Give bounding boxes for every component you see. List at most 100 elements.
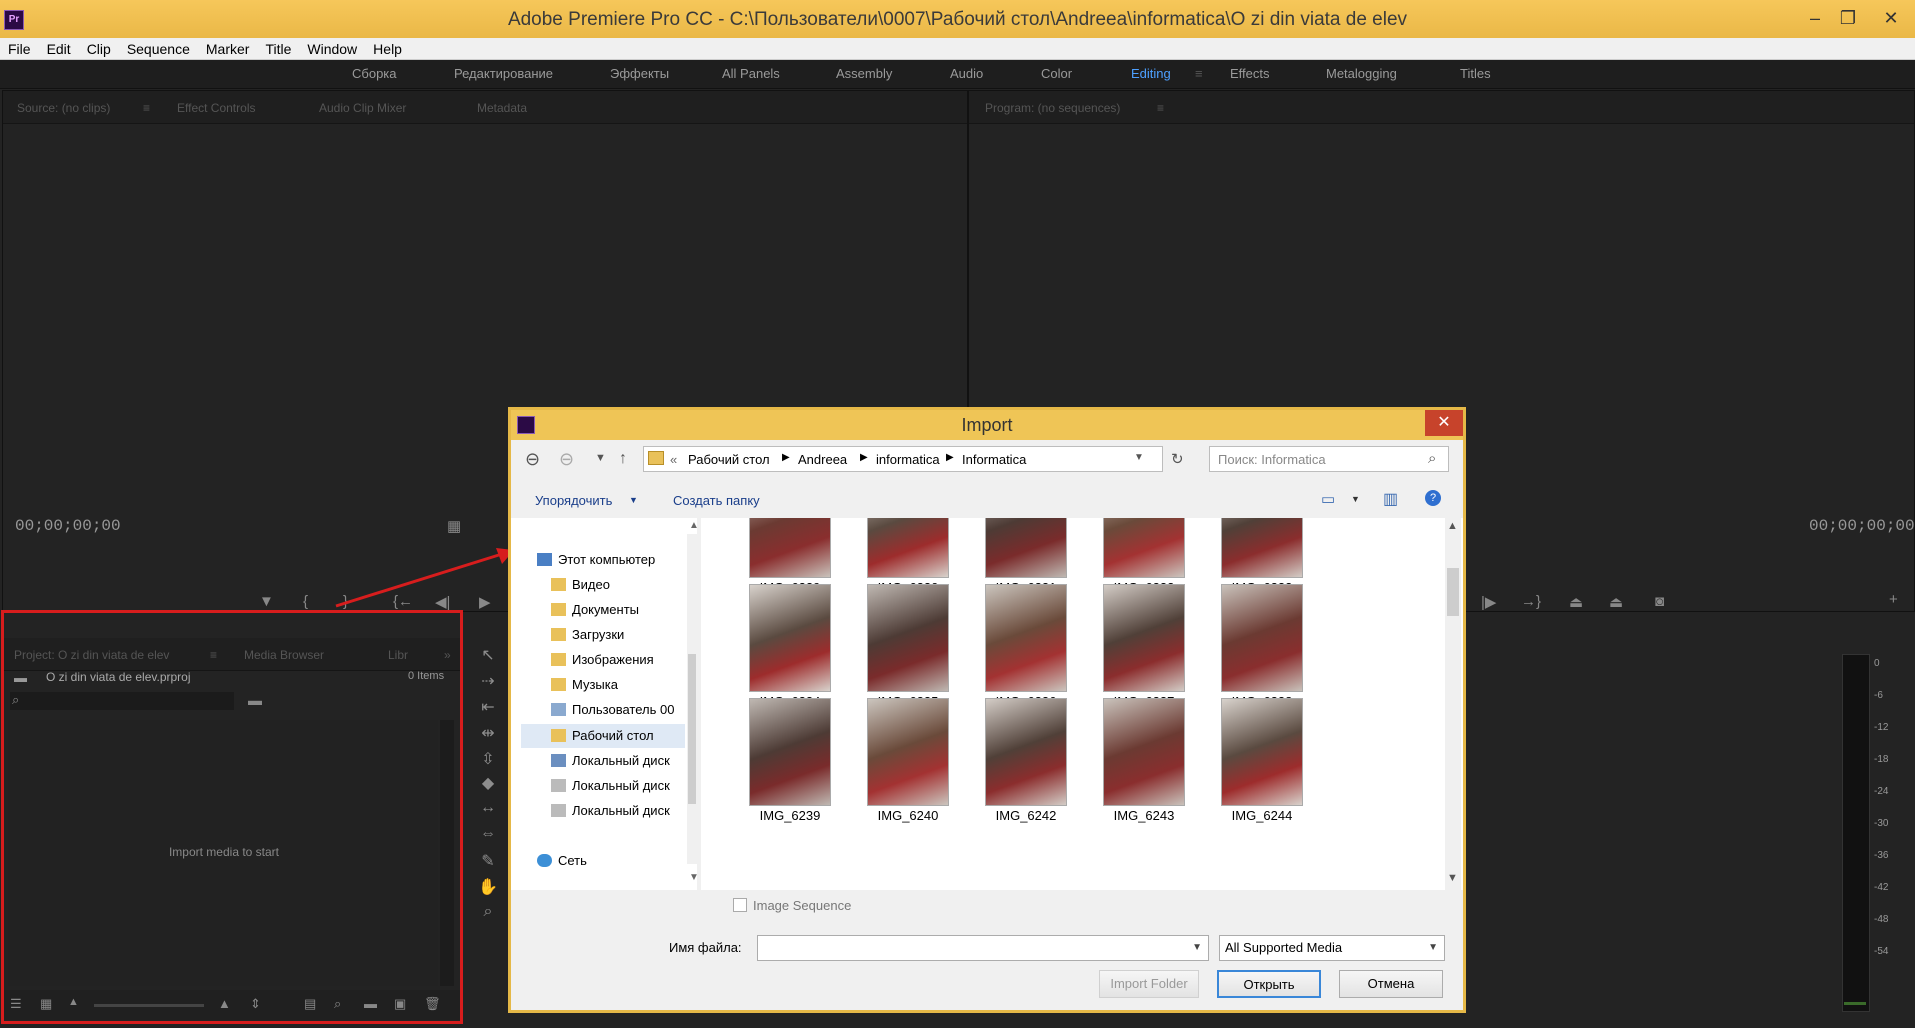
address-dropdown-icon[interactable]: ▼: [1134, 452, 1144, 463]
menu-title[interactable]: Title: [257, 38, 299, 58]
menu-clip[interactable]: Clip: [79, 38, 119, 58]
cancel-button[interactable]: Отмена: [1339, 970, 1443, 998]
forward-arrow-icon[interactable]: ⊖: [559, 449, 574, 470]
minimize-button[interactable]: –: [1800, 6, 1830, 30]
tab-program[interactable]: Program: (no sequences): [985, 101, 1120, 115]
marker-icon[interactable]: ▼: [259, 593, 274, 610]
file-thumbnail[interactable]: IMG_6243: [1103, 698, 1185, 823]
workspace-menu-icon[interactable]: ≡: [1195, 66, 1203, 81]
track-select-tool-icon[interactable]: ⇢: [476, 671, 500, 691]
file-thumbnail[interactable]: IMG_6234: [749, 584, 831, 709]
panel-menu-icon[interactable]: ≡: [1157, 101, 1164, 115]
extract-icon[interactable]: ⏏: [1609, 593, 1623, 611]
source-timecode[interactable]: 00;00;00;00: [15, 517, 121, 535]
workspace-tab-color[interactable]: Color: [1041, 66, 1072, 81]
export-frame-icon[interactable]: ◙: [1655, 593, 1664, 610]
nav-item-local-disk-3[interactable]: Локальный диск: [551, 803, 670, 818]
menu-edit[interactable]: Edit: [39, 38, 79, 58]
workspace-tab-assembly[interactable]: Assembly: [836, 66, 892, 81]
program-timecode[interactable]: 00;00;00;00: [1809, 517, 1915, 535]
breadcrumb-informatica-current[interactable]: Informatica: [962, 452, 1026, 467]
file-list[interactable]: IMG_6229IMG_6230IMG_6231IMG_6232IMG_6233…: [701, 518, 1463, 890]
new-folder-button[interactable]: Создать папку: [673, 493, 760, 508]
refresh-icon[interactable]: ↻: [1171, 450, 1184, 468]
recent-locations-chevron-icon[interactable]: ▼: [595, 452, 606, 464]
workspace-tab-all-panels[interactable]: All Panels: [722, 66, 780, 81]
hand-tool-icon[interactable]: ✋: [476, 877, 500, 897]
workspace-tab-effekty[interactable]: Эффекты: [610, 66, 669, 81]
up-arrow-icon[interactable]: ↑: [619, 450, 627, 468]
workspace-tab-titles[interactable]: Titles: [1460, 66, 1491, 81]
file-thumbnail[interactable]: IMG_6235: [867, 584, 949, 709]
organize-chevron-icon[interactable]: ▼: [629, 495, 638, 505]
nav-item-user[interactable]: Пользователь 00: [551, 702, 674, 717]
file-thumbnail[interactable]: IMG_6242: [985, 698, 1067, 823]
workspace-tab-effects[interactable]: Effects: [1230, 66, 1270, 81]
menu-file[interactable]: File: [0, 38, 39, 58]
search-box[interactable]: Поиск: Informatica ⌕: [1209, 446, 1449, 472]
razor-tool-icon[interactable]: ◆: [476, 773, 500, 793]
workspace-tab-editing[interactable]: Editing: [1131, 66, 1171, 81]
workspace-tab-redaktirovanie[interactable]: Редактирование: [454, 66, 553, 81]
panel-menu-icon[interactable]: ≡: [143, 101, 150, 115]
navigation-scrollbar-thumb[interactable]: [688, 654, 696, 804]
file-type-dropdown-icon[interactable]: ▼: [1428, 936, 1438, 960]
close-window-button[interactable]: ✕: [1876, 6, 1906, 30]
file-list-scrollbar[interactable]: [1445, 518, 1461, 890]
go-to-out-icon[interactable]: →}: [1521, 593, 1541, 610]
scroll-up-icon[interactable]: ▲: [1447, 520, 1458, 532]
file-thumbnail[interactable]: IMG_6244: [1221, 698, 1303, 823]
breadcrumb-informatica[interactable]: informatica: [876, 452, 940, 467]
import-folder-button[interactable]: Import Folder: [1099, 970, 1199, 998]
help-icon[interactable]: ?: [1425, 490, 1441, 506]
nav-item-local-disk-2[interactable]: Локальный диск: [551, 778, 670, 793]
slide-tool-icon[interactable]: ⇔: [476, 825, 500, 843]
tab-source[interactable]: Source: (no clips): [17, 101, 110, 115]
tab-audio-clip-mixer[interactable]: Audio Clip Mixer: [319, 101, 406, 115]
nav-item-documents[interactable]: Документы: [551, 602, 639, 617]
nav-item-downloads[interactable]: Загрузки: [551, 627, 624, 642]
pen-tool-icon[interactable]: ✎: [476, 851, 500, 871]
scroll-down-icon[interactable]: ▼: [1447, 872, 1458, 884]
address-bar[interactable]: « Рабочий стол ▶ Andreea ▶ informatica ▶…: [643, 446, 1163, 472]
nav-item-pictures[interactable]: Изображения: [551, 652, 654, 667]
breadcrumb-overflow[interactable]: «: [670, 452, 677, 467]
workspace-tab-sborka[interactable]: Сборка: [352, 66, 397, 81]
dialog-close-button[interactable]: ✕: [1425, 410, 1463, 436]
back-arrow-icon[interactable]: ⊖: [525, 449, 540, 470]
file-list-scrollbar-thumb[interactable]: [1447, 568, 1459, 616]
breadcrumb-desktop[interactable]: Рабочий стол: [688, 452, 770, 467]
tab-metadata[interactable]: Metadata: [477, 101, 527, 115]
settings-icon[interactable]: ▦: [447, 517, 461, 535]
workspace-tab-metalogging[interactable]: Metalogging: [1326, 66, 1397, 81]
menu-marker[interactable]: Marker: [198, 38, 258, 58]
view-options-chevron-icon[interactable]: ▼: [1351, 494, 1360, 504]
search-icon[interactable]: ⌕: [1428, 450, 1436, 467]
add-button-icon[interactable]: +: [1889, 591, 1898, 608]
preview-pane-icon[interactable]: ▥: [1383, 489, 1398, 509]
navigation-scrollbar[interactable]: [687, 534, 697, 864]
menu-help[interactable]: Help: [365, 38, 410, 58]
file-thumbnail[interactable]: IMG_6237: [1103, 584, 1185, 709]
scroll-down-icon[interactable]: ▼: [689, 872, 699, 883]
menu-window[interactable]: Window: [299, 38, 365, 58]
mark-in-icon[interactable]: {: [303, 593, 308, 610]
file-thumbnail[interactable]: IMG_6236: [985, 584, 1067, 709]
nav-item-desktop[interactable]: Рабочий стол: [551, 728, 654, 743]
slip-tool-icon[interactable]: ↔: [476, 799, 500, 817]
breadcrumb-separator-icon[interactable]: ▶: [782, 452, 790, 463]
rate-stretch-tool-icon[interactable]: ⇳: [476, 749, 500, 769]
breadcrumb-separator-icon[interactable]: ▶: [946, 452, 954, 463]
scroll-up-icon[interactable]: ▲: [689, 520, 699, 531]
rolling-edit-tool-icon[interactable]: ⇹: [476, 723, 500, 743]
search-input-placeholder[interactable]: Поиск: Informatica: [1218, 452, 1326, 467]
nav-item-music[interactable]: Музыка: [551, 677, 618, 692]
step-forward-icon[interactable]: |▶: [1481, 593, 1496, 611]
filename-dropdown-icon[interactable]: ▼: [1192, 936, 1202, 960]
organize-menu[interactable]: Упорядочить: [535, 493, 612, 508]
lift-icon[interactable]: ⏏: [1569, 593, 1583, 611]
file-thumbnail[interactable]: IMG_6240: [867, 698, 949, 823]
restore-button[interactable]: ❐: [1833, 6, 1863, 30]
file-thumbnail[interactable]: IMG_6238: [1221, 584, 1303, 709]
menu-sequence[interactable]: Sequence: [119, 38, 198, 58]
